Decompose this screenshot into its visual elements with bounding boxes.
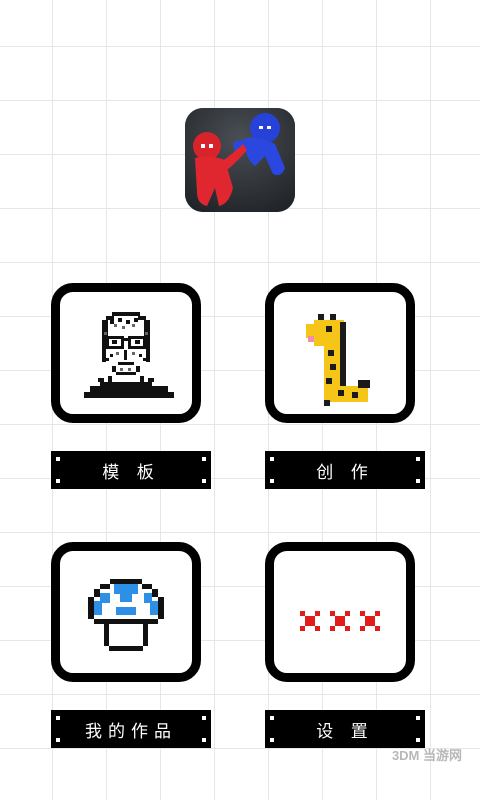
create-button[interactable]: 创 作 (265, 451, 425, 489)
create-card[interactable] (265, 283, 415, 423)
settings-card[interactable] (265, 542, 415, 682)
pixel-giraffe-icon (306, 314, 370, 406)
app-icon (185, 108, 295, 212)
watermark-logo: 3DM 当游网 (391, 748, 462, 763)
my-works-label: 我的作品 (85, 721, 177, 742)
settings-label: 设 置 (316, 721, 374, 742)
pixel-portrait-icon (84, 312, 174, 398)
my-works-button[interactable]: 我的作品 (51, 710, 211, 748)
red-x-pattern-icon (300, 611, 380, 631)
pixel-mushroom-icon (88, 579, 164, 651)
my-works-card[interactable] (51, 542, 201, 682)
create-label: 创 作 (316, 462, 374, 483)
templates-button[interactable]: 模 板 (51, 451, 211, 489)
templates-label: 模 板 (102, 462, 160, 483)
templates-card[interactable] (51, 283, 201, 423)
settings-button[interactable]: 设 置 (265, 710, 425, 748)
